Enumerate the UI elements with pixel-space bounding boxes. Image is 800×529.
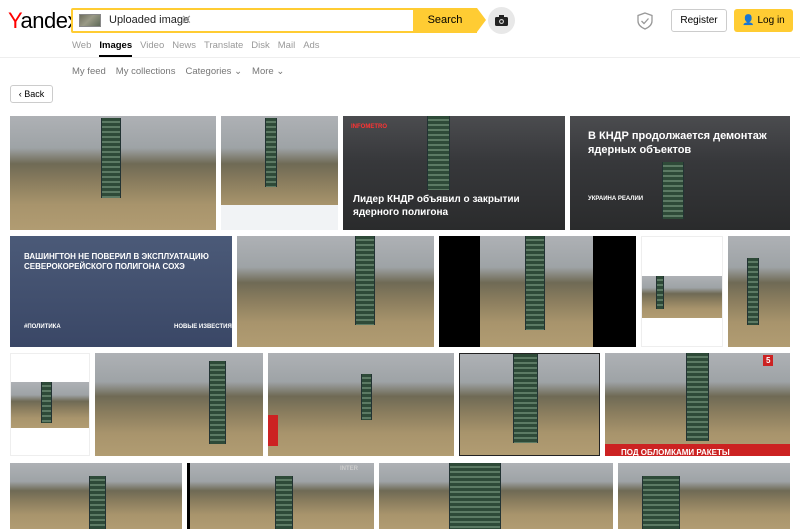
chevron-down-icon: ⌄ — [276, 66, 285, 77]
back-button[interactable]: ‹ Back — [10, 85, 53, 103]
image-result[interactable] — [10, 463, 182, 529]
image-result[interactable]: INFOMETRO Лидер КНДР объявил о закрытии … — [343, 116, 565, 230]
tab-images[interactable]: Images — [99, 39, 133, 57]
camera-icon — [495, 15, 508, 26]
image-result[interactable] — [439, 236, 636, 347]
search-button[interactable]: Search — [413, 8, 486, 33]
shield-icon[interactable] — [636, 12, 654, 30]
source-logo: INFOMETRO — [351, 124, 387, 130]
login-button[interactable]: 👤 Log in — [734, 9, 793, 32]
search-bar: Uploaded image ✕ Search — [71, 8, 486, 33]
search-input[interactable] — [197, 10, 417, 31]
channel-logo: 5 — [763, 355, 774, 366]
images-subnav: My feed My collections Categories ⌄ More… — [72, 66, 284, 78]
image-result[interactable] — [10, 116, 216, 230]
image-result[interactable] — [618, 463, 790, 529]
uploaded-image-thumbnail[interactable] — [79, 14, 101, 27]
more-dropdown[interactable]: More ⌄ — [252, 66, 284, 78]
image-result[interactable]: 5 ПОД ОБЛОМКАМИ РАКЕТЫ — [605, 353, 790, 456]
user-icon: 👤 — [742, 15, 755, 26]
my-feed-link[interactable]: My feed — [72, 66, 106, 78]
source-label: УКРАИНА РЕАЛИИ — [588, 196, 644, 202]
chevron-down-icon: ⌄ — [234, 66, 243, 77]
image-result[interactable] — [641, 236, 723, 347]
tab-video[interactable]: Video — [140, 39, 164, 57]
image-result[interactable] — [268, 353, 454, 456]
tab-disk[interactable]: Disk — [251, 39, 269, 57]
image-result[interactable] — [221, 116, 338, 230]
categories-dropdown[interactable]: Categories ⌄ — [185, 66, 242, 78]
image-result[interactable] — [10, 353, 90, 456]
clear-uploaded-icon[interactable]: ✕ — [181, 12, 192, 27]
image-result[interactable] — [379, 463, 613, 529]
yandex-logo[interactable]: Yandex — [8, 8, 79, 34]
register-button[interactable]: Register — [671, 9, 727, 32]
my-collections-link[interactable]: My collections — [116, 66, 176, 78]
image-result[interactable] — [237, 236, 434, 347]
tab-mail[interactable]: Mail — [278, 39, 295, 57]
tab-translate[interactable]: Translate — [204, 39, 243, 57]
tab-ads[interactable]: Ads — [303, 39, 319, 57]
source-label: НОВЫЕ ИЗВЕСТИЯ — [174, 324, 232, 330]
image-result[interactable]: В КНДР продолжается демонтаж ядерных объ… — [570, 116, 790, 230]
image-result[interactable]: ВАШИНГТОН НЕ ПОВЕРИЛ В ЭКСПЛУАТАЦИЮ СЕВЕ… — [10, 236, 232, 347]
channel-logo: INTER — [340, 466, 358, 472]
chevron-left-icon: ‹ — [18, 89, 22, 99]
uploaded-image-label: Uploaded image — [109, 14, 190, 26]
service-tabs: Web Images Video News Translate Disk Mai… — [72, 39, 320, 57]
image-result[interactable] — [95, 353, 263, 456]
tab-web[interactable]: Web — [72, 39, 91, 57]
camera-search-button[interactable] — [488, 7, 515, 34]
image-caption: В КНДР продолжается демонтаж ядерных объ… — [588, 130, 767, 156]
image-result[interactable] — [728, 236, 790, 347]
divider — [0, 57, 800, 58]
image-caption: ВАШИНГТОН НЕ ПОВЕРИЛ В ЭКСПЛУАТАЦИЮ СЕВЕ… — [24, 252, 209, 271]
image-result[interactable] — [459, 353, 600, 456]
hashtag-label: #ПОЛИТИКА — [24, 324, 61, 330]
image-result[interactable]: INTER — [187, 463, 374, 529]
tab-news[interactable]: News — [172, 39, 196, 57]
image-caption: Лидер КНДР объявил о закрытии ядерного п… — [353, 194, 520, 218]
image-caption: ПОД ОБЛОМКАМИ РАКЕТЫ — [621, 448, 730, 456]
